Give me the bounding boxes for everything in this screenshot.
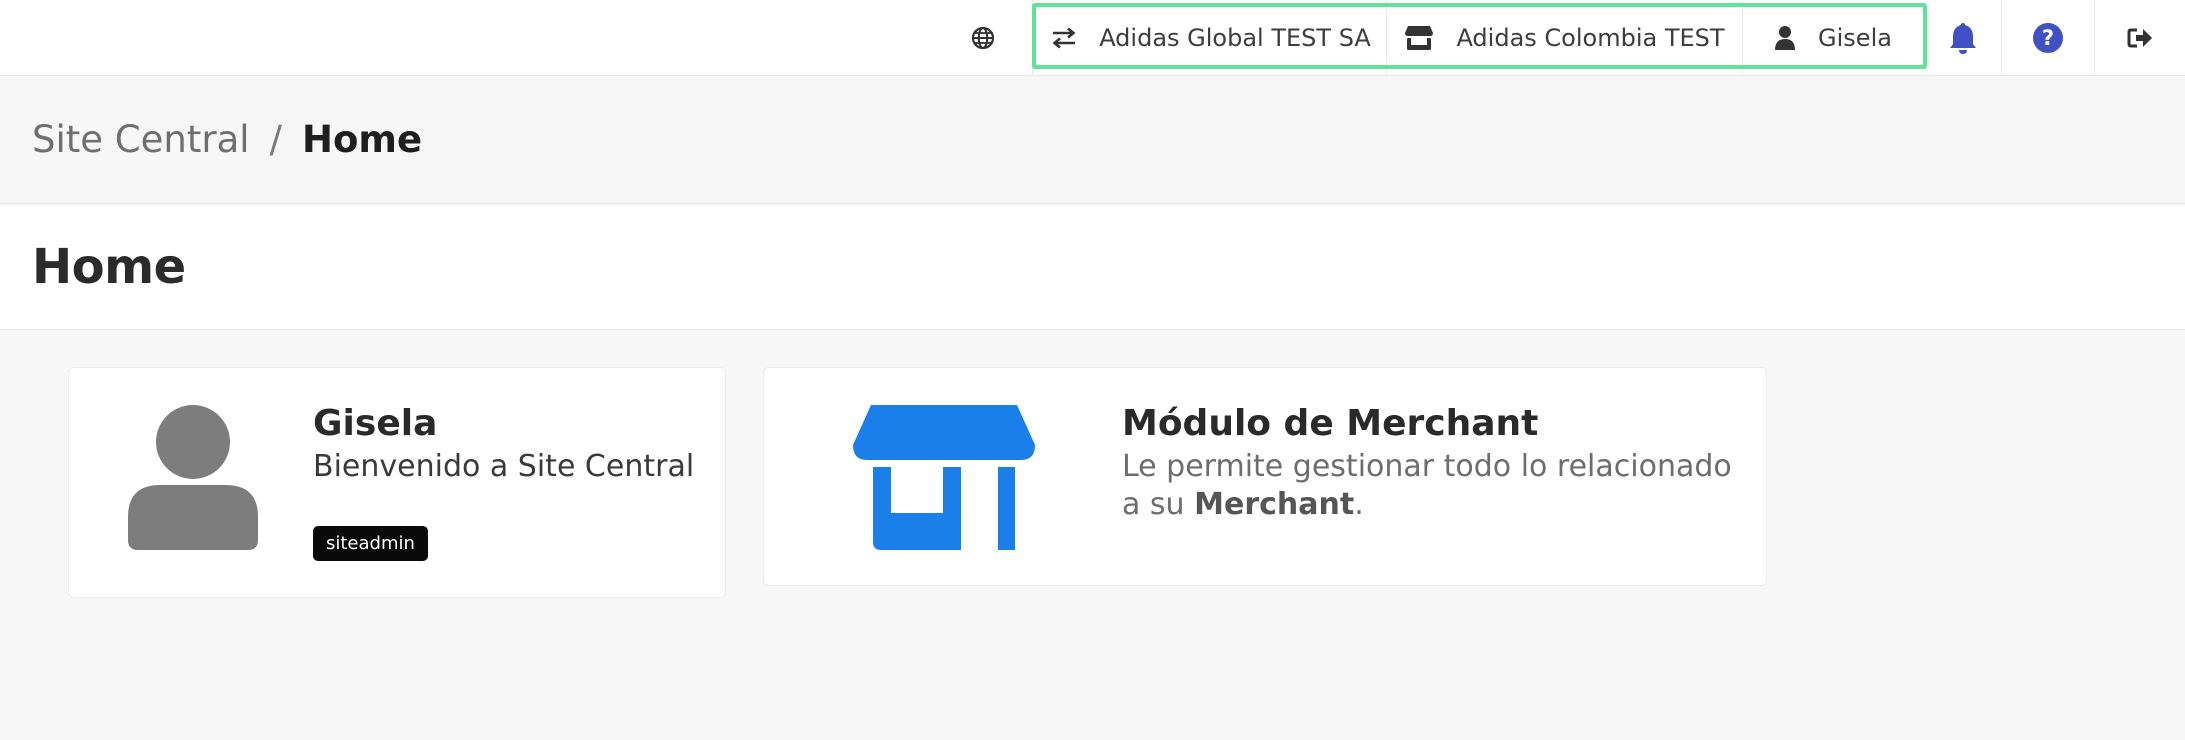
- sign-out-icon: [2127, 28, 2152, 47]
- page-title: Home: [32, 239, 186, 295]
- user-avatar-icon: [128, 405, 258, 550]
- top-navbar: Adidas Global TEST SA Adidas Colombia TE…: [0, 0, 2185, 76]
- svg-text:?: ?: [2042, 26, 2054, 50]
- merchant-card-description: Le permite gestionar todo lo relacionado…: [1122, 448, 1752, 524]
- merchant-selector[interactable]: Adidas Colombia TEST: [1387, 0, 1742, 75]
- notifications-button[interactable]: [1925, 0, 2001, 75]
- user-icon: [1775, 25, 1796, 50]
- role-badge: siteadmin: [313, 526, 428, 561]
- merchant-module-card[interactable]: Módulo de Merchant Le permite gestionar …: [763, 367, 1767, 586]
- merchant-description-end: .: [1354, 487, 1364, 522]
- logout-button[interactable]: [2095, 0, 2185, 75]
- breadcrumb-current: Home: [302, 118, 423, 161]
- merchant-card-title: Módulo de Merchant: [1122, 403, 1539, 444]
- help-button[interactable]: ?: [2002, 0, 2094, 75]
- breadcrumb-separator: /: [269, 118, 282, 161]
- swap-arrows-icon: [1052, 26, 1076, 49]
- language-button[interactable]: [950, 0, 1016, 75]
- company-selector[interactable]: Adidas Global TEST SA: [1036, 0, 1386, 75]
- globe-icon: [971, 26, 995, 49]
- merchant-description-bold: Merchant: [1194, 487, 1355, 522]
- merchant-name: Adidas Colombia TEST: [1456, 23, 1725, 52]
- user-menu[interactable]: Gisela: [1743, 0, 1923, 75]
- user-card-name: Gisela: [313, 403, 438, 444]
- breadcrumb: Site Central / Home: [0, 76, 2185, 204]
- question-circle-icon: ?: [2033, 22, 2063, 53]
- welcome-text: Bienvenido a Site Central: [313, 449, 695, 484]
- bell-icon: [1950, 22, 1976, 54]
- merchant-store-icon: [853, 405, 1035, 550]
- breadcrumb-root-link[interactable]: Site Central: [32, 118, 250, 161]
- user-card: Gisela Bienvenido a Site Central siteadm…: [68, 367, 726, 598]
- page-header: Home: [0, 205, 2185, 330]
- user-name: Gisela: [1818, 23, 1892, 52]
- company-name: Adidas Global TEST SA: [1099, 23, 1371, 52]
- store-icon: [1405, 25, 1434, 50]
